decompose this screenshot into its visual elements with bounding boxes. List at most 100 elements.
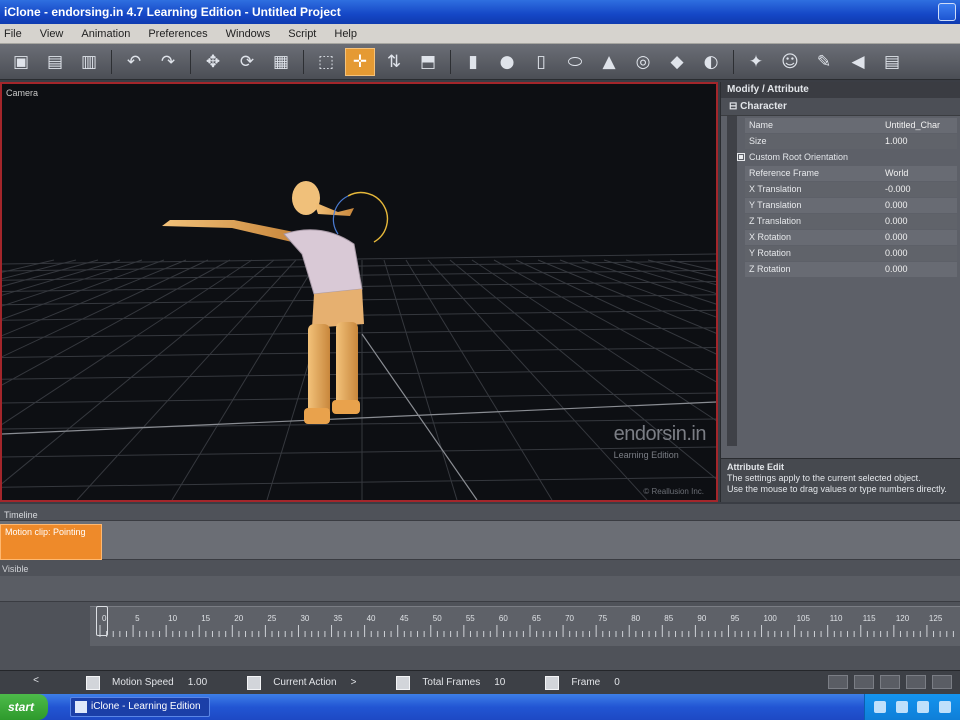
move-icon[interactable]: ✛ — [345, 47, 375, 76]
status-label: Frame — [571, 677, 601, 688]
view-mode-button[interactable] — [880, 675, 900, 689]
light-icon[interactable]: ✦ — [741, 48, 771, 76]
tray-volume-icon[interactable] — [895, 701, 908, 713]
status-toggle-icon[interactable] — [545, 675, 560, 690]
transform-row[interactable]: Y Translation 0.000 — [745, 198, 957, 213]
attribute-value[interactable]: 0.000 — [885, 230, 957, 245]
transform-row[interactable]: X Rotation 0.000 — [745, 230, 957, 245]
menu-windows[interactable]: Windows — [226, 28, 271, 40]
custom-root-checkbox-row[interactable]: Custom Root Orientation — [737, 150, 949, 165]
cone-primitive-icon[interactable]: ▲ — [594, 48, 624, 76]
ruler-tick-label: 75 — [598, 614, 607, 623]
avatar-icon[interactable]: ☺ — [775, 48, 805, 76]
attribute-row[interactable]: Size 1.000 — [745, 134, 957, 149]
transform-row[interactable]: Y Rotation 0.000 — [745, 246, 957, 261]
status-value[interactable]: 1.00 — [188, 677, 207, 688]
new-project-icon[interactable]: ▣ — [6, 48, 36, 76]
system-tray — [864, 694, 960, 720]
open-icon[interactable]: ▤ — [40, 48, 70, 76]
ruler-tick-label: 85 — [664, 614, 673, 623]
audio-icon[interactable]: ◀ — [843, 48, 873, 76]
transform-row[interactable]: X Translation -0.000 — [745, 182, 957, 197]
start-button[interactable]: start — [0, 694, 48, 720]
menu-file[interactable]: File — [4, 28, 22, 40]
ruler-tick-label: 45 — [400, 614, 409, 623]
attribute-label: X Translation — [749, 184, 802, 194]
panel-toggle-icon[interactable]: ▤ — [877, 48, 907, 76]
pen-icon[interactable]: ✎ — [809, 48, 839, 76]
watermark-text: endorsin.in — [613, 423, 707, 445]
status-value[interactable]: 10 — [494, 677, 505, 688]
select-icon[interactable]: ⬚ — [311, 48, 341, 76]
sphere-primitive-icon[interactable]: ● — [492, 48, 522, 76]
status-toggle-icon[interactable] — [86, 675, 100, 690]
attribute-value[interactable]: 0.000 — [885, 262, 957, 277]
watermark-subtext: Learning Edition — [613, 450, 679, 460]
playhead-handle[interactable] — [96, 606, 108, 636]
attribute-value[interactable]: 1.000 — [885, 134, 957, 149]
time-ruler[interactable]: 0 5 10 15 20 25 30 35 40 45 50 55 60 65 70 75 80 85 90 95 10… — [90, 606, 960, 646]
viewport-camera-label: Camera — [6, 88, 39, 98]
plane-primitive-icon[interactable]: ◐ — [696, 48, 726, 76]
undo-icon[interactable]: ↶ — [119, 48, 149, 76]
tray-clock-icon[interactable] — [939, 701, 952, 713]
orbit-icon[interactable]: ⟳ — [232, 48, 262, 76]
panel-header: Modify / Attribute — [721, 82, 960, 98]
view-mode-button[interactable] — [932, 675, 952, 689]
tray-security-icon[interactable] — [917, 701, 930, 713]
ruler-tick-label: 20 — [234, 614, 243, 623]
save-icon[interactable]: ▥ — [74, 48, 104, 76]
attribute-value[interactable]: -0.000 — [885, 182, 957, 197]
status-value[interactable]: 0 — [614, 677, 620, 688]
collapse-arrow-button[interactable]: < — [26, 675, 46, 691]
status-toggle-icon[interactable] — [247, 675, 262, 690]
attribute-value[interactable]: World — [885, 166, 957, 181]
custom-root-checkbox[interactable] — [737, 153, 745, 161]
attribute-value[interactable]: 0.000 — [885, 214, 957, 229]
ruler-tick-label: 105 — [797, 614, 811, 623]
cylinder-primitive-icon[interactable]: ▯ — [526, 48, 556, 76]
motion-track[interactable] — [0, 520, 960, 560]
box-primitive-icon[interactable]: ▮ — [458, 48, 488, 76]
view-mode-button[interactable] — [828, 675, 848, 689]
menu-preferences[interactable]: Preferences — [148, 28, 207, 40]
rotate-icon[interactable]: ⇅ — [379, 48, 409, 76]
menu-animation[interactable]: Animation — [81, 28, 130, 40]
menu-view[interactable]: View — [40, 28, 64, 40]
capsule-primitive-icon[interactable]: ⬭ — [560, 48, 590, 76]
transform-row[interactable]: Z Translation 0.000 — [745, 214, 957, 229]
status-value[interactable]: > — [351, 677, 357, 688]
taskbar-app-button[interactable]: iClone - Learning Edition — [70, 697, 210, 717]
scale-icon[interactable]: ⬒ — [413, 48, 443, 76]
window-title: iClone - endorsing.in 4.7 Learning Editi… — [4, 5, 341, 19]
attribute-value[interactable]: 0.000 — [885, 198, 957, 213]
main-toolbar: ▣ ▤ ▥ ↶ ↷ ✥ ⟳ ▦ ⬚ ✛ ⇅ ⬒ ▮ ● ▯ ⬭ ▲ ◎ ◆ ◐ ✦ ☺ ✎ ◀ ▤ — [0, 44, 960, 80]
redo-icon[interactable]: ↷ — [153, 48, 183, 76]
attribute-value[interactable]: Untitled_Char — [885, 118, 957, 133]
menu-help[interactable]: Help — [334, 28, 357, 40]
tray-network-icon[interactable] — [873, 701, 886, 713]
visible-track[interactable] — [0, 576, 960, 602]
collapse-icon[interactable]: ⊟ — [729, 101, 740, 112]
panel-section-title[interactable]: ⊟ Character — [721, 98, 960, 116]
attribute-value[interactable]: 0.000 — [885, 246, 957, 261]
camera-icon[interactable]: ▦ — [266, 48, 296, 76]
motion-clip[interactable]: Motion clip: Pointing — [0, 524, 102, 560]
transform-row[interactable]: Z Rotation 0.000 — [745, 262, 957, 277]
attribute-list: Name Untitled_Char Size 1.000 Custom Root Or… — [721, 116, 960, 458]
menu-script[interactable]: Script — [288, 28, 316, 40]
status-toggle-icon[interactable] — [396, 675, 411, 690]
pyramid-primitive-icon[interactable]: ◆ — [662, 48, 692, 76]
3d-viewport[interactable]: Camera endorsin.in Learning Edition © Re… — [0, 82, 718, 502]
pan-icon[interactable]: ✥ — [198, 48, 228, 76]
app-icon — [75, 701, 87, 713]
toolbar-separator — [111, 49, 112, 74]
view-mode-button[interactable] — [854, 675, 874, 689]
attribute-row[interactable]: Name Untitled_Char — [745, 118, 957, 133]
toolbar-separator — [733, 49, 734, 74]
view-mode-button[interactable] — [906, 675, 926, 689]
transform-row[interactable]: Reference Frame World — [745, 166, 957, 181]
close-window-button[interactable] — [938, 3, 956, 21]
ruler-tick-label: 60 — [499, 614, 508, 623]
torus-primitive-icon[interactable]: ◎ — [628, 48, 658, 76]
